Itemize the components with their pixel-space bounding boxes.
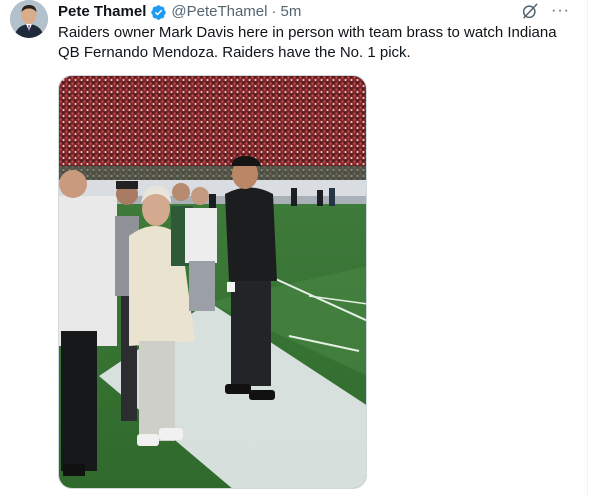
tweet-actions: ··· — [521, 2, 570, 20]
meta-separator: · — [271, 3, 277, 20]
post-timestamp[interactable]: 5m — [280, 2, 301, 22]
tweet-photo[interactable] — [58, 75, 367, 489]
tweet-header: Pete Thamel @PeteThamel · 5m — [58, 2, 301, 22]
photo-scene — [59, 76, 366, 488]
more-icon[interactable]: ··· — [551, 2, 570, 20]
verified-badge-icon — [150, 4, 167, 21]
tweet-text: Raiders owner Mark Davis here in person … — [58, 24, 557, 61]
avatar[interactable] — [10, 0, 48, 38]
author-handle[interactable]: @PeteThamel — [171, 2, 267, 22]
tweet[interactable]: Pete Thamel @PeteThamel · 5m ··· Raiders… — [0, 0, 588, 496]
grok-icon[interactable] — [521, 2, 539, 20]
author-display-name[interactable]: Pete Thamel — [58, 2, 146, 22]
